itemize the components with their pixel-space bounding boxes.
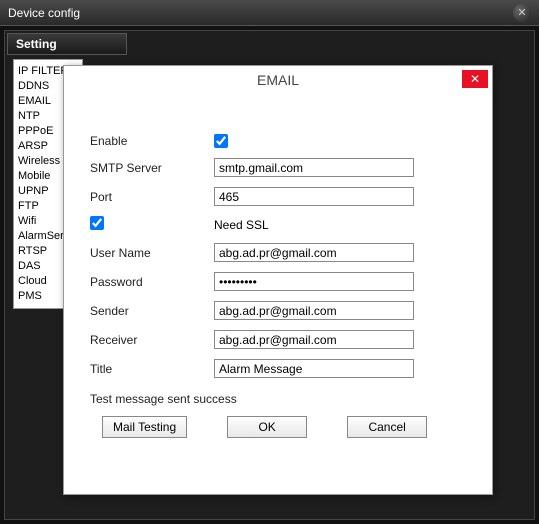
ssl-checkbox[interactable] bbox=[90, 216, 104, 230]
title-input[interactable] bbox=[214, 359, 414, 378]
dialog-title: EMAIL bbox=[257, 72, 299, 88]
email-dialog: EMAIL ✕ Enable SMTP Server Port bbox=[63, 65, 493, 495]
title-label: Title bbox=[90, 362, 214, 376]
smtp-input[interactable] bbox=[214, 158, 414, 177]
cancel-button[interactable]: Cancel bbox=[347, 416, 427, 438]
password-input[interactable] bbox=[214, 272, 414, 291]
ssl-checkbox-wrap bbox=[90, 216, 214, 233]
mail-testing-button[interactable]: Mail Testing bbox=[102, 416, 187, 438]
window-titlebar: Device config ✕ bbox=[0, 0, 539, 26]
receiver-label: Receiver bbox=[90, 333, 214, 347]
settings-header: Setting bbox=[7, 33, 127, 55]
dialog-buttons: Mail Testing OK Cancel bbox=[90, 416, 472, 438]
ssl-label: Need SSL bbox=[214, 218, 269, 232]
close-icon: ✕ bbox=[470, 72, 480, 86]
password-label: Password bbox=[90, 275, 214, 289]
sender-input[interactable] bbox=[214, 301, 414, 320]
email-form: Enable SMTP Server Port Need SSL bbox=[64, 94, 492, 438]
receiver-input[interactable] bbox=[214, 330, 414, 349]
username-label: User Name bbox=[90, 246, 214, 260]
dialog-header: EMAIL ✕ bbox=[64, 66, 492, 94]
enable-label: Enable bbox=[90, 134, 214, 148]
ok-button[interactable]: OK bbox=[227, 416, 307, 438]
enable-checkbox[interactable] bbox=[214, 134, 228, 148]
port-input[interactable] bbox=[214, 187, 414, 206]
window-close-button[interactable]: ✕ bbox=[513, 4, 531, 22]
smtp-label: SMTP Server bbox=[90, 161, 214, 175]
status-message: Test message sent success bbox=[90, 388, 472, 416]
username-input[interactable] bbox=[214, 243, 414, 262]
port-label: Port bbox=[90, 190, 214, 204]
dialog-close-button[interactable]: ✕ bbox=[462, 70, 488, 88]
sender-label: Sender bbox=[90, 304, 214, 318]
close-icon: ✕ bbox=[517, 6, 526, 19]
window-title: Device config bbox=[8, 6, 80, 20]
device-config-window: Device config ✕ Setting IP FILTER DDNS E… bbox=[0, 0, 539, 524]
settings-header-label: Setting bbox=[16, 37, 57, 51]
window-body: Setting IP FILTER DDNS EMAIL NTP PPPoE A… bbox=[4, 30, 535, 520]
